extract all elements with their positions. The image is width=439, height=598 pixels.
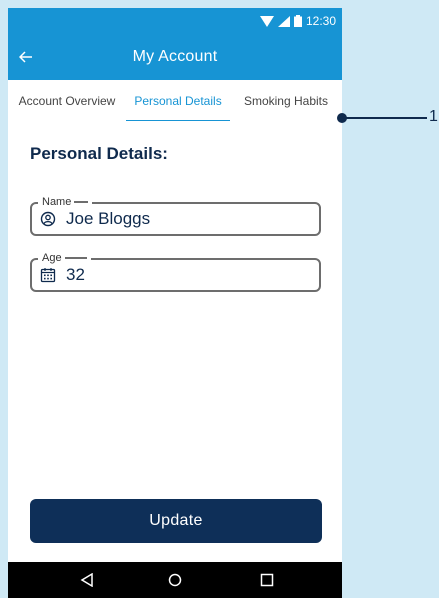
battery-icon (293, 15, 302, 27)
update-button[interactable]: Update (30, 499, 322, 543)
status-bar: 12:30 (8, 8, 342, 34)
name-field-label: Name (38, 195, 93, 209)
calendar-icon (40, 267, 56, 283)
wifi-icon (259, 15, 274, 27)
name-field[interactable]: Name Joe Bloggs (30, 195, 321, 236)
age-field-label: Age (38, 251, 91, 265)
user-circle-icon (40, 211, 56, 227)
section-title: Personal Details: (30, 144, 168, 163)
nav-back-icon[interactable] (78, 571, 96, 589)
tab-bar: Account Overview Personal Details Smokin… (8, 80, 342, 122)
nav-recents-icon[interactable] (258, 571, 276, 589)
app-bar: My Account (8, 34, 342, 80)
phone-screen: 12:30 My Account Account Overview Person… (8, 8, 342, 598)
callout-line (341, 117, 427, 119)
system-nav-bar (8, 562, 342, 598)
tab-personal-details[interactable]: Personal Details (126, 80, 230, 122)
age-value: 32 (66, 265, 85, 284)
signal-icon (277, 15, 290, 27)
tab-smoking-habits[interactable]: Smoking Habits (230, 80, 342, 122)
active-tab-indicator (126, 120, 230, 121)
name-value: Joe Bloggs (66, 209, 151, 228)
age-field[interactable]: Age 32 (30, 251, 321, 292)
tab-account-overview[interactable]: Account Overview (8, 80, 126, 122)
app-title: My Account (132, 48, 218, 65)
nav-home-icon[interactable] (166, 571, 184, 589)
status-time: 12:30 (305, 14, 336, 28)
callout-number: 1 (429, 108, 438, 125)
callout-dot (337, 113, 347, 123)
